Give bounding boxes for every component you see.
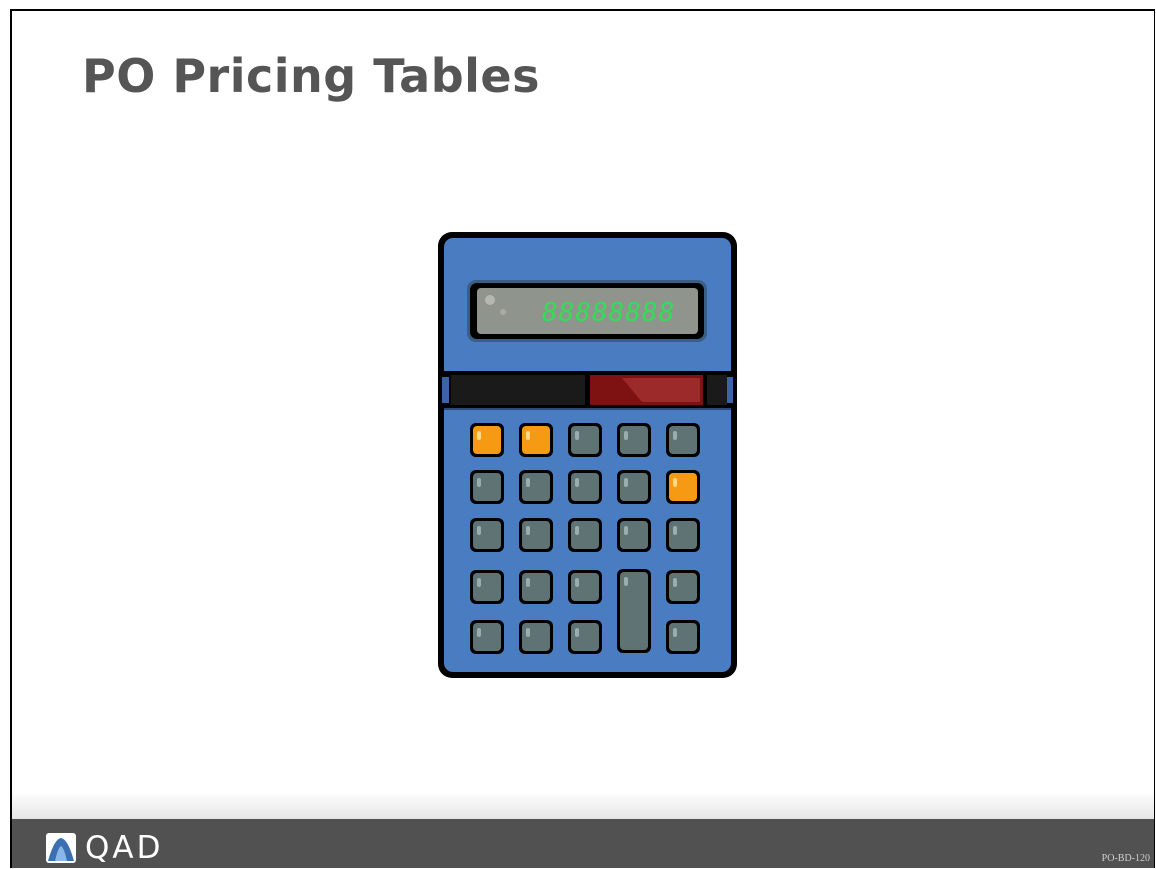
calculator-key <box>519 518 553 552</box>
qad-logo-icon <box>46 833 76 863</box>
calculator-key <box>666 620 700 654</box>
slide-title: PO Pricing Tables <box>82 49 540 103</box>
calculator-key <box>519 423 553 457</box>
calculator-key <box>470 570 504 604</box>
calculator-key <box>568 570 602 604</box>
calculator-key <box>568 620 602 654</box>
calculator-key <box>470 470 504 504</box>
calculator-key <box>470 423 504 457</box>
calculator-key <box>617 423 651 457</box>
calculator-key <box>617 470 651 504</box>
logo-text: QAD <box>85 830 164 866</box>
calculator-key <box>568 518 602 552</box>
calculator-display-digits: 88888888 <box>542 298 675 328</box>
slide-code: PO-BD-120 <box>1101 853 1150 864</box>
calculator-tall-key <box>617 569 651 653</box>
calculator-key <box>666 518 700 552</box>
slide: PO Pricing Tables 88888888 QAD PO-BD-120 <box>10 9 1155 868</box>
calculator-key <box>617 518 651 552</box>
calculator-key <box>470 620 504 654</box>
calculator-key <box>519 570 553 604</box>
calculator-key <box>519 470 553 504</box>
calculator-key <box>666 570 700 604</box>
qad-logo: QAD <box>46 830 164 866</box>
footer-bar: QAD PO-BD-120 <box>12 819 1154 868</box>
calculator-illustration: 88888888 <box>438 232 737 678</box>
calculator-key <box>568 470 602 504</box>
footer-fade <box>12 791 1154 821</box>
calculator-key <box>519 620 553 654</box>
calculator-key <box>666 470 700 504</box>
calculator-key <box>470 518 504 552</box>
calculator-key <box>666 423 700 457</box>
calculator-key <box>568 423 602 457</box>
